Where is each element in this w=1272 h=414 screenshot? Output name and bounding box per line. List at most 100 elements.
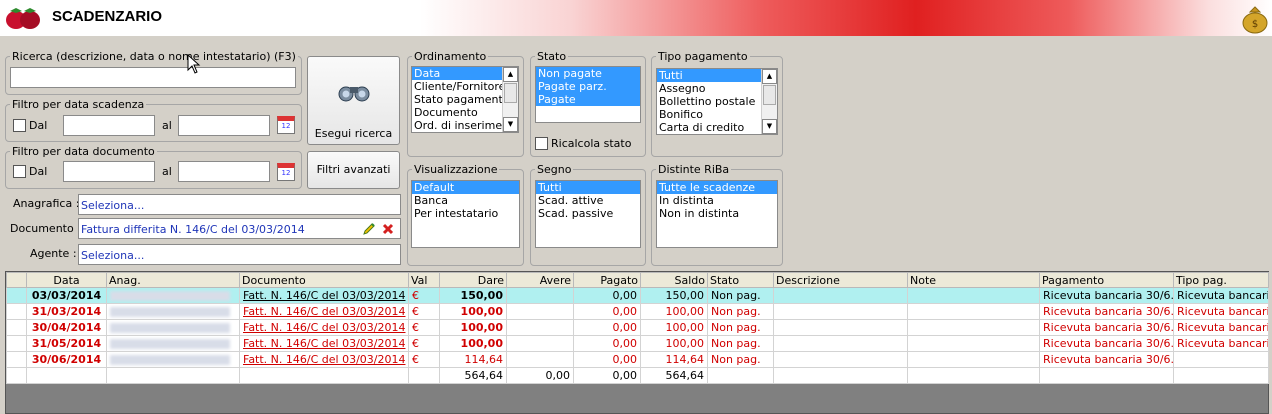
column-header[interactable]: Val — [408, 272, 440, 288]
redacted-name — [110, 339, 230, 349]
doc-date-to-input[interactable] — [178, 161, 270, 182]
column-header[interactable]: Pagamento — [1039, 272, 1174, 288]
table-row[interactable]: 30/04/2014 Fatt. N. 146/C del 03/03/2014… — [6, 319, 1269, 336]
row-selector[interactable] — [6, 351, 27, 368]
scrollbar[interactable]: ▲ ▼ — [502, 67, 518, 132]
list-item[interactable]: Carta di credito — [657, 121, 777, 134]
list-item[interactable]: Tutte le scadenze — [657, 181, 777, 194]
cell-tipo-pag — [1173, 351, 1269, 368]
row-selector[interactable] — [6, 319, 27, 336]
ordinamento-list[interactable]: Data Cliente/Fornitore Stato pagamento D… — [411, 66, 519, 133]
cell-note — [907, 319, 1040, 336]
column-header[interactable]: Anag. — [106, 272, 240, 288]
cell-saldo: 100,00 — [640, 319, 708, 336]
scroll-down-icon[interactable]: ▼ — [503, 117, 518, 132]
doc-date-from-checkbox[interactable] — [13, 165, 26, 178]
search-input[interactable] — [10, 67, 296, 88]
remove-x-icon[interactable] — [381, 222, 395, 236]
list-item[interactable]: Scad. passive — [536, 207, 640, 220]
cell-pagato: 0,00 — [573, 319, 641, 336]
list-item[interactable]: Bonifico — [657, 108, 777, 121]
agente-input[interactable]: Seleziona... — [78, 244, 401, 265]
scroll-thumb[interactable] — [763, 85, 776, 105]
cell-pagamento: Ricevuta bancaria 30/6... — [1039, 319, 1174, 336]
due-date-to-input[interactable] — [178, 115, 270, 136]
due-date-from-input[interactable] — [63, 115, 155, 136]
cell-documento-link[interactable]: Fatt. N. 146/C del 03/03/2014 — [239, 335, 409, 352]
cell-avere — [506, 319, 574, 336]
cell-stato: Non pag. — [707, 335, 774, 352]
column-header[interactable]: Pagato — [573, 272, 641, 288]
scadenze-table[interactable]: Data Anag. Documento Val Dare Avere Paga… — [5, 271, 1269, 414]
list-item[interactable]: Default — [412, 181, 519, 194]
tipo-pagamento-legend: Tipo pagamento — [658, 50, 748, 63]
cell-empty — [408, 367, 440, 384]
column-header[interactable] — [6, 272, 27, 288]
table-row[interactable]: 30/06/2014 Fatt. N. 146/C del 03/03/2014… — [6, 351, 1269, 368]
scroll-up-icon[interactable]: ▲ — [762, 69, 777, 84]
scroll-down-icon[interactable]: ▼ — [762, 119, 777, 134]
stato-list[interactable]: Non pagate Pagate parz. Pagate — [535, 66, 641, 123]
edit-pencil-icon[interactable] — [362, 222, 376, 236]
column-header[interactable]: Documento — [239, 272, 409, 288]
cell-documento-link[interactable]: Fatt. N. 146/C del 03/03/2014 — [239, 351, 409, 368]
row-selector — [6, 367, 27, 384]
row-selector[interactable] — [6, 303, 27, 320]
list-item[interactable]: Pagate — [536, 93, 640, 106]
table-row[interactable]: 31/05/2014 Fatt. N. 146/C del 03/03/2014… — [6, 335, 1269, 352]
list-item[interactable]: Banca — [412, 194, 519, 207]
list-item[interactable]: In distinta — [657, 194, 777, 207]
title-bar: SCADENZARIO $ — [0, 0, 1272, 36]
doc-date-from-input[interactable] — [63, 161, 155, 182]
column-header[interactable]: Stato — [707, 272, 774, 288]
cell-descrizione — [773, 335, 908, 352]
row-selector[interactable] — [6, 335, 27, 352]
visualizzazione-list[interactable]: Default Banca Per intestatario — [411, 180, 520, 248]
list-item[interactable]: Tutti — [657, 69, 761, 82]
documento-input[interactable]: Fattura differita N. 146/C del 03/03/201… — [78, 218, 401, 239]
cell-empty — [106, 367, 240, 384]
calendar-icon[interactable]: 12 — [277, 116, 295, 134]
run-search-button[interactable]: Esegui ricerca — [307, 56, 400, 145]
list-item[interactable]: Pagate parz. — [536, 80, 640, 93]
scrollbar[interactable]: ▲ ▼ — [761, 69, 777, 134]
row-selector[interactable] — [6, 287, 27, 304]
list-item[interactable]: Tutti — [536, 181, 640, 194]
column-header[interactable]: Tipo pag. — [1173, 272, 1269, 288]
list-item[interactable]: Assegno — [657, 82, 777, 95]
column-header[interactable]: Avere — [506, 272, 574, 288]
calendar-icon[interactable]: 12 — [277, 163, 295, 181]
cell-documento-link[interactable]: Fatt. N. 146/C del 03/03/2014 — [239, 319, 409, 336]
tipo-pagamento-list[interactable]: Tutti Assegno Bollettino postale Bonific… — [656, 68, 778, 135]
advanced-filters-button[interactable]: Filtri avanzati — [307, 151, 400, 189]
cell-documento-link[interactable]: Fatt. N. 146/C del 03/03/2014 — [239, 303, 409, 320]
list-item[interactable]: Data — [412, 67, 502, 80]
list-item[interactable]: Per intestatario — [412, 207, 519, 220]
cell-documento-link[interactable]: Fatt. N. 146/C del 03/03/2014 — [239, 287, 409, 304]
list-item[interactable]: Bollettino postale — [657, 95, 777, 108]
cell-pagamento: Ricevuta bancaria 30/6... — [1039, 351, 1174, 368]
due-date-from-checkbox[interactable] — [13, 119, 26, 132]
list-item[interactable]: Scad. attive — [536, 194, 640, 207]
column-header[interactable]: Note — [907, 272, 1040, 288]
cell-note — [907, 335, 1040, 352]
list-item[interactable]: Non in distinta — [657, 207, 777, 220]
cell-descrizione — [773, 303, 908, 320]
ricalcola-stato-checkbox[interactable] — [535, 137, 548, 150]
doc-date-from-label: Dal — [29, 165, 48, 178]
scroll-up-icon[interactable]: ▲ — [503, 67, 518, 82]
table-row[interactable]: 03/03/2014 Fatt. N. 146/C del 03/03/2014… — [6, 287, 1269, 304]
column-header[interactable]: Dare — [439, 272, 507, 288]
column-header[interactable]: Descrizione — [773, 272, 908, 288]
distinte-riba-list[interactable]: Tutte le scadenze In distinta Non in dis… — [656, 180, 778, 248]
list-item[interactable]: Non pagate — [536, 67, 640, 80]
table-row[interactable]: 31/03/2014 Fatt. N. 146/C del 03/03/2014… — [6, 303, 1269, 320]
cell-dare: 150,00 — [439, 287, 507, 304]
cell-dare: 100,00 — [439, 335, 507, 352]
segno-list[interactable]: Tutti Scad. attive Scad. passive — [535, 180, 641, 248]
cell-tipo-pag: Ricevuta bancaria — [1173, 303, 1269, 320]
column-header[interactable]: Saldo — [640, 272, 708, 288]
column-header[interactable]: Data — [26, 272, 107, 288]
scroll-thumb[interactable] — [504, 83, 517, 103]
anagrafica-input[interactable]: Seleziona... — [78, 194, 401, 215]
